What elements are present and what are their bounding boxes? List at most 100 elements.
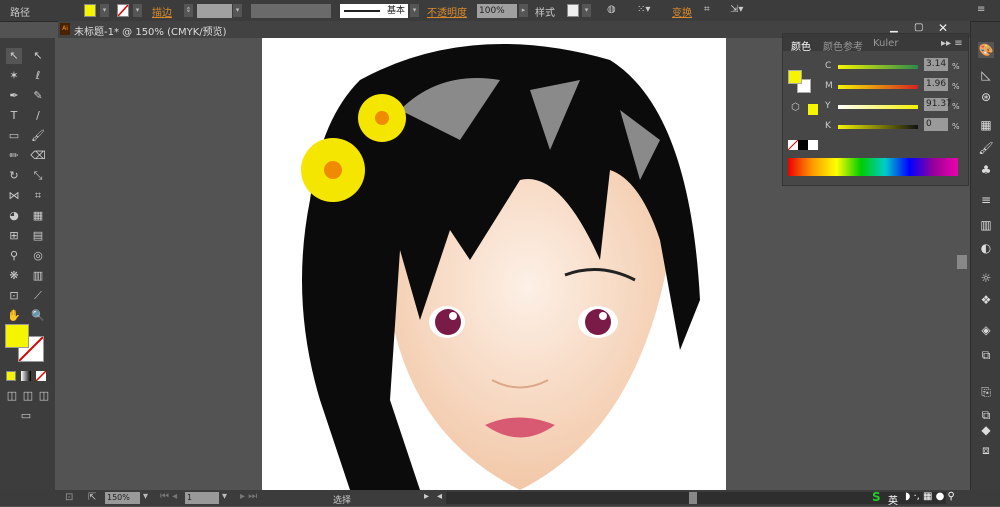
width-tool-icon[interactable]: ⋈ [6, 188, 22, 204]
channel-k-slider[interactable] [838, 125, 918, 129]
hand-tool-icon[interactable]: ✋ [6, 308, 22, 324]
channel-y-slider[interactable] [838, 105, 918, 109]
stroke-weight-dropdown[interactable]: ▾ [233, 4, 242, 17]
stroke-weight-stepper[interactable]: ⇕ [184, 4, 193, 17]
stroke-dropdown[interactable]: ▾ [133, 4, 142, 17]
zoom-dropdown[interactable]: ▾ [143, 491, 148, 502]
rectangle-tool-icon[interactable]: ▭ [6, 128, 22, 144]
tab-color[interactable]: 颜色 [791, 38, 811, 53]
tab-color-guide[interactable]: 颜色参考 [823, 38, 863, 53]
brushes-icon[interactable]: 🖌 [978, 140, 994, 156]
gradient-icon[interactable]: ▥ [978, 217, 994, 233]
artboards-icon[interactable]: ⧉ [978, 347, 994, 363]
graphic-styles-icon[interactable]: ❖ [978, 292, 994, 308]
eraser-tool-icon[interactable]: ⌫ [30, 148, 46, 164]
opacity-field[interactable]: 100% [477, 4, 517, 18]
symbols-icon[interactable]: ♣ [978, 162, 994, 178]
style-dropdown[interactable]: ▾ [582, 4, 591, 17]
stroke-weight-field[interactable] [197, 4, 232, 18]
channel-c-slider[interactable] [838, 65, 918, 69]
channel-c-value[interactable]: 3.14 [924, 58, 948, 71]
color-mode-icon[interactable] [6, 371, 16, 381]
ime-language[interactable]: 英 [888, 492, 898, 507]
horizontal-scrollbar[interactable] [446, 492, 946, 504]
selection-tool-icon[interactable]: ↖ [6, 48, 22, 64]
appearance-icon[interactable]: ☼ [978, 270, 994, 286]
page-field[interactable]: 1 [185, 492, 219, 504]
slice-tool-icon[interactable]: ⟋ [30, 288, 46, 304]
layers-panel-icon[interactable]: ◈ [978, 322, 994, 338]
rotate-tool-icon[interactable]: ↻ [6, 168, 22, 184]
line-tool-icon[interactable]: / [30, 108, 46, 124]
layers-icon[interactable]: ◆ [978, 422, 994, 438]
maximize-button[interactable]: ▢ [914, 22, 923, 33]
brush-profile-select[interactable]: 基本 [340, 4, 408, 18]
artboard-nav-icon[interactable]: ⊡ [65, 492, 73, 503]
color-spectrum[interactable] [788, 158, 958, 176]
white-swatch[interactable] [808, 140, 818, 150]
stroke-label[interactable]: 描边 [152, 4, 172, 19]
ime-toolbar-icons[interactable]: ◗ ·, ▦ ● ⚲ [905, 491, 955, 502]
horizontal-scrollbar-thumb[interactable] [689, 492, 697, 504]
vertical-scrollbar-thumb[interactable] [957, 255, 967, 269]
panel-menu-icon[interactable]: ▸▸ ≡ [941, 38, 963, 49]
minimize-button[interactable]: ▁ [890, 22, 898, 33]
paintbrush-tool-icon[interactable]: 🖌 [30, 128, 46, 144]
scale-tool-icon[interactable]: ⤡ [30, 168, 46, 184]
swatches-icon[interactable]: ▦ [978, 117, 994, 133]
shape-builder-tool-icon[interactable]: ◕ [6, 208, 22, 224]
lasso-tool-icon[interactable]: ℓ [30, 68, 46, 84]
artboard[interactable] [262, 38, 726, 490]
gradient-mode-icon[interactable] [21, 371, 31, 381]
gradient-tool-icon[interactable]: ▤ [30, 228, 46, 244]
black-swatch[interactable] [798, 140, 808, 150]
direct-selection-tool-icon[interactable]: ↖ [30, 48, 46, 64]
curvature-tool-icon[interactable]: ✎ [30, 88, 46, 104]
variable-width-profile[interactable] [251, 4, 331, 18]
free-transform-tool-icon[interactable]: ⌗ [30, 188, 46, 204]
draw-normal-icon[interactable]: ◫ [4, 388, 20, 404]
fill-swatch[interactable] [84, 4, 96, 17]
none-mode-icon[interactable] [35, 370, 47, 382]
align-icon[interactable]: ⁙▾ [637, 4, 650, 18]
isolate-icon[interactable]: ⌗ [704, 4, 710, 18]
kuler-icon[interactable]: ⊛ [978, 89, 994, 105]
perspective-grid-tool-icon[interactable]: ▦ [30, 208, 46, 224]
next-page-button[interactable]: ▸ ⏭ [240, 491, 257, 502]
pencil-tool-icon[interactable]: ✏ [6, 148, 22, 164]
recolor-icon[interactable]: ◍ [607, 4, 616, 18]
eyedropper-tool-icon[interactable]: ⚲ [6, 248, 22, 264]
opacity-label[interactable]: 不透明度 [427, 4, 467, 19]
panel-fill-front[interactable] [788, 70, 802, 84]
magic-wand-tool-icon[interactable]: ✶ [6, 68, 22, 84]
ime-logo-icon[interactable]: S [872, 490, 881, 504]
transform-link[interactable]: 变换 [672, 4, 692, 19]
channel-m-slider[interactable] [838, 85, 918, 89]
fill-color-front[interactable] [5, 324, 29, 348]
channel-m-value[interactable]: 1.96 [924, 78, 948, 91]
first-page-button[interactable]: ⏮ ◂ [160, 491, 177, 502]
draw-behind-icon[interactable]: ◫ [20, 388, 36, 404]
brush-profile-dropdown[interactable]: ▾ [410, 4, 419, 17]
tab-kuler[interactable]: Kuler [873, 38, 898, 49]
channel-y-value[interactable]: 91.37 [924, 98, 952, 111]
screen-mode-icon[interactable]: ▭ [18, 408, 34, 424]
style-swatch[interactable] [567, 4, 579, 17]
channel-k-value[interactable]: 0 [924, 118, 948, 131]
symbol-sprayer-tool-icon[interactable]: ❋ [6, 268, 22, 284]
links-icon[interactable]: ⎘ [978, 384, 994, 400]
none-swatch[interactable] [787, 139, 799, 151]
stroke-swatch[interactable] [117, 4, 129, 17]
artboard-tool-icon[interactable]: ⊡ [6, 288, 22, 304]
out-of-gamut-icon[interactable]: ⬡ [791, 102, 800, 113]
blend-tool-icon[interactable]: ◎ [30, 248, 46, 264]
align-panel-icon[interactable]: ⧈ [978, 442, 994, 458]
color-guide-icon[interactable]: ◺ [978, 67, 994, 83]
mesh-tool-icon[interactable]: ⊞ [6, 228, 22, 244]
page-dropdown[interactable]: ▾ [222, 491, 227, 502]
fill-dropdown[interactable]: ▾ [100, 4, 109, 17]
draw-inside-icon[interactable]: ◫ [36, 388, 52, 404]
pen-tool-icon[interactable]: ✒ [6, 88, 22, 104]
status-menu-arrow[interactable]: ▸ [424, 491, 429, 502]
transform-panel-icon[interactable]: ⧉ [978, 407, 994, 423]
